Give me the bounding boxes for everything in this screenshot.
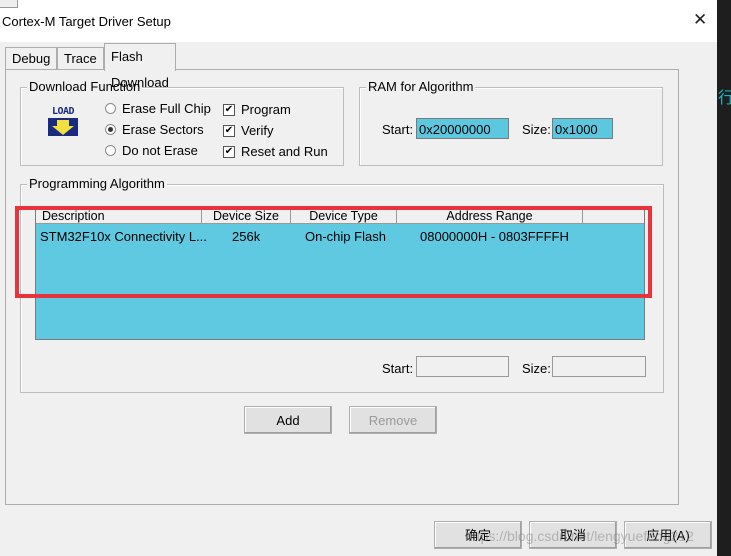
erase-full-chip-label: Erase Full Chip	[122, 101, 211, 116]
do-not-erase-label: Do not Erase	[122, 143, 198, 158]
verify-label: Verify	[241, 123, 274, 138]
load-icon: LOAD	[46, 106, 80, 138]
do-not-erase-radio[interactable]	[105, 145, 116, 156]
title-bar: Cortex-M Target Driver Setup ✕	[0, 0, 717, 42]
remove-button[interactable]: Remove	[349, 406, 437, 434]
row-device-size: 256k	[232, 229, 261, 244]
dialog-window: Cortex-M Target Driver Setup ✕ Debug Tra…	[0, 0, 717, 556]
verify-checkbox[interactable]: ✔	[223, 125, 235, 137]
column-header-address-range[interactable]: Address Range	[397, 208, 583, 224]
reset-and-run-label: Reset and Run	[241, 144, 328, 159]
tab-debug[interactable]: Debug	[5, 47, 58, 70]
ram-start-label: Start:	[382, 122, 414, 137]
ram-size-input[interactable]: 0x1000	[552, 118, 613, 139]
ram-size-label: Size:	[522, 122, 551, 137]
programming-algorithm-title: Programming Algorithm	[27, 176, 167, 191]
tab-flash-download[interactable]: Flash Download	[104, 43, 176, 90]
erase-sectors-label: Erase Sectors	[122, 122, 204, 137]
column-header-description[interactable]: Description	[36, 208, 202, 224]
erase-full-chip-radio[interactable]	[105, 103, 116, 114]
watermark: https://blog.csdn.net/lengyuefeng212	[465, 528, 694, 544]
close-icon[interactable]: ✕	[693, 10, 707, 30]
row-address-range: 08000000H - 0803FFFFH	[420, 229, 569, 244]
ram-start-input[interactable]: 0x20000000	[416, 118, 509, 139]
background-glyph: 行	[718, 90, 731, 107]
row-description: STM32F10x Connectivity L...	[40, 229, 207, 244]
algo-size-label: Size:	[522, 361, 551, 376]
erase-sectors-radio[interactable]	[105, 124, 116, 135]
algo-size-input[interactable]	[552, 356, 646, 377]
column-header-filler	[583, 208, 644, 224]
algo-start-label: Start:	[382, 361, 414, 376]
program-checkbox[interactable]: ✔	[223, 104, 235, 116]
ram-for-algorithm-title: RAM for Algorithm	[366, 79, 476, 94]
column-header-device-type[interactable]: Device Type	[291, 208, 397, 224]
column-header-device-size[interactable]: Device Size	[202, 208, 291, 224]
table-row[interactable]: STM32F10x Connectivity L... 256k On-chip…	[36, 224, 644, 246]
program-label: Program	[241, 102, 291, 117]
row-device-type: On-chip Flash	[305, 229, 386, 244]
add-button[interactable]: Add	[244, 406, 332, 434]
reset-and-run-checkbox[interactable]: ✔	[223, 146, 235, 158]
algo-start-input[interactable]	[416, 356, 509, 377]
system-menu-icon[interactable]	[0, 0, 18, 8]
window-title: Cortex-M Target Driver Setup	[2, 14, 171, 29]
tab-trace[interactable]: Trace	[57, 47, 104, 70]
algorithm-list[interactable]: Description Device Size Device Type Addr…	[35, 207, 645, 340]
